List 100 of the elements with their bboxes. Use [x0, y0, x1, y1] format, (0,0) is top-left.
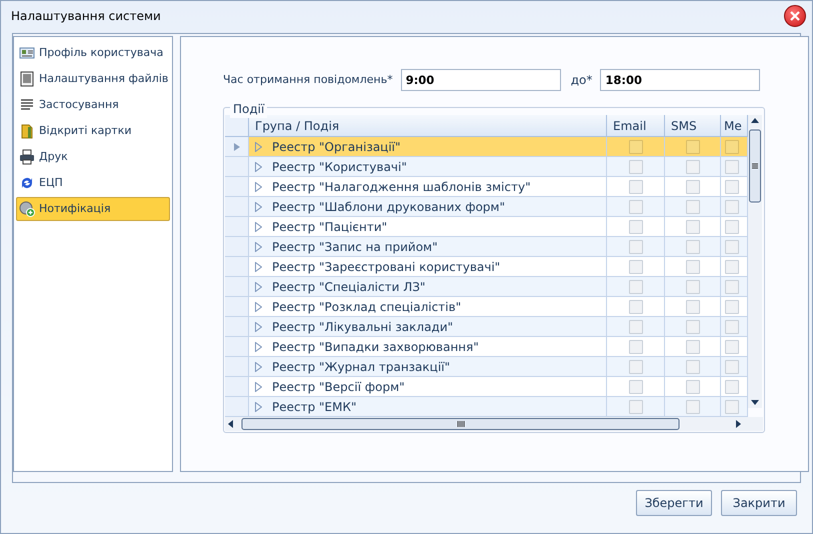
row-header[interactable] [225, 157, 249, 177]
checkbox[interactable] [725, 280, 739, 294]
checkbox[interactable] [725, 320, 739, 334]
row-header[interactable] [225, 377, 249, 397]
row-header[interactable] [225, 297, 249, 317]
row-header[interactable] [225, 397, 249, 417]
checkbox[interactable] [686, 140, 700, 154]
table-row[interactable]: Реестр "Лікувальні заклади" [225, 317, 748, 337]
row-header[interactable] [225, 137, 249, 157]
row-header[interactable] [225, 237, 249, 257]
checkbox[interactable] [628, 220, 642, 234]
row-header[interactable] [225, 357, 249, 377]
checkbox[interactable] [725, 140, 739, 154]
checkbox[interactable] [725, 200, 739, 214]
table-row[interactable]: Реестр "Організації" [225, 137, 748, 157]
id-card-icon [19, 45, 35, 61]
checkbox[interactable] [628, 360, 642, 374]
sidebar-item[interactable]: Відкриті картки [16, 119, 170, 143]
checkbox[interactable] [725, 160, 739, 174]
sidebar-item[interactable]: Друк [16, 145, 170, 169]
folder-icon [19, 123, 35, 139]
checkbox[interactable] [628, 240, 642, 254]
table-row[interactable]: Реестр "Журнал транзакції" [225, 357, 748, 377]
checkbox[interactable] [628, 340, 642, 354]
checkbox[interactable] [725, 240, 739, 254]
table-row[interactable]: Реестр "Запис на прийом" [225, 237, 748, 257]
checkbox[interactable] [686, 320, 700, 334]
close-button[interactable] [784, 5, 806, 27]
table-row[interactable]: Реестр "Шаблони друкованих форм" [225, 197, 748, 217]
checkbox[interactable] [628, 160, 642, 174]
checkbox[interactable] [628, 320, 642, 334]
checkbox[interactable] [686, 180, 700, 194]
field-label: до* [570, 72, 592, 89]
table-cell-text: Реестр "Розклад спеціалістів" [272, 298, 462, 316]
checkbox[interactable] [725, 400, 739, 414]
checkbox[interactable] [686, 260, 700, 274]
field-label: Час отримання повідомлень* [223, 72, 393, 88]
close-icon [790, 11, 800, 21]
checkbox[interactable] [686, 160, 700, 174]
checkbox[interactable] [628, 180, 642, 194]
checkbox[interactable] [686, 380, 700, 394]
checkbox[interactable] [725, 340, 739, 354]
checkbox[interactable] [686, 240, 700, 254]
horizontal-scrollbar[interactable] [225, 417, 763, 431]
table-cell-text: Реестр "Випадки захворювання" [272, 338, 479, 356]
checkbox[interactable] [628, 260, 642, 274]
row-header[interactable] [225, 257, 249, 277]
checkbox[interactable] [686, 220, 700, 234]
table-row[interactable]: Реестр "Версії форм" [225, 377, 748, 397]
table-cell-text: Реестр "Журнал транзакції" [272, 358, 450, 376]
table-row[interactable]: Реестр "Користувачі" [225, 157, 748, 177]
sidebar-item[interactable]: ЕЦП [16, 171, 170, 195]
table-cell-text: Реестр "Користувачі" [272, 158, 407, 176]
row-header[interactable] [225, 337, 249, 357]
checkbox[interactable] [725, 220, 739, 234]
table-row[interactable]: Реестр "Пацієнти" [225, 217, 748, 237]
table-row[interactable]: Реестр "Розклад спеціалістів" [225, 297, 748, 317]
table-cell-text: Реестр "Налагодження шаблонів змісту" [272, 178, 531, 196]
checkbox[interactable] [628, 280, 642, 294]
row-header[interactable] [225, 317, 249, 337]
row-header[interactable] [225, 197, 249, 217]
checkbox[interactable] [686, 200, 700, 214]
checkbox[interactable] [686, 280, 700, 294]
checkbox[interactable] [725, 300, 739, 314]
checkbox[interactable] [628, 380, 642, 394]
checkbox[interactable] [725, 180, 739, 194]
checkbox[interactable] [628, 200, 642, 214]
printer-icon [19, 149, 35, 165]
checkbox[interactable] [686, 400, 700, 414]
checkbox[interactable] [686, 300, 700, 314]
checkbox[interactable] [725, 380, 739, 394]
window-title: Налаштування системи [11, 8, 161, 25]
table-cell-text: Реестр "Зареєстровані користувачі" [272, 258, 500, 276]
row-header[interactable] [225, 277, 249, 297]
table-row[interactable]: Реестр "Спеціалісти ЛЗ" [225, 277, 748, 297]
sidebar-item[interactable]: Профіль користувача [16, 41, 170, 65]
checkbox[interactable] [686, 340, 700, 354]
checkbox[interactable] [628, 300, 642, 314]
table-cell-text: Реестр "Версії форм" [272, 378, 405, 396]
sidebar-item[interactable]: Налаштування файлів [16, 67, 170, 91]
table-row[interactable]: Реестр "Випадки захворювання" [225, 337, 748, 357]
table-row[interactable]: Реестр "ЕМК" [225, 397, 748, 417]
checkbox[interactable] [628, 400, 642, 414]
checkbox[interactable] [686, 360, 700, 374]
checkbox[interactable] [725, 360, 739, 374]
table-cell-text: Реестр "Лікувальні заклади" [272, 318, 454, 336]
checkbox[interactable] [725, 260, 739, 274]
row-header[interactable] [225, 177, 249, 197]
document-icon [19, 71, 35, 87]
sidebar-item[interactable]: Нотифікація [16, 197, 170, 221]
table-row[interactable]: Реестр "Налагодження шаблонів змісту" [225, 177, 748, 197]
table-cell-text: Реестр "Спеціалісти ЛЗ" [272, 278, 426, 296]
time-from-field[interactable]: 9:00 [400, 69, 561, 91]
checkbox[interactable] [628, 140, 642, 154]
save-button[interactable]: Зберегти [636, 490, 712, 516]
row-header[interactable] [225, 217, 249, 237]
sidebar-item[interactable]: Застосування [16, 93, 170, 117]
table-row[interactable]: Реестр "Зареєстровані користувачі" [225, 257, 748, 277]
time-to-field[interactable]: 18:00 [600, 69, 760, 91]
close-button[interactable]: Закрити [721, 490, 797, 516]
